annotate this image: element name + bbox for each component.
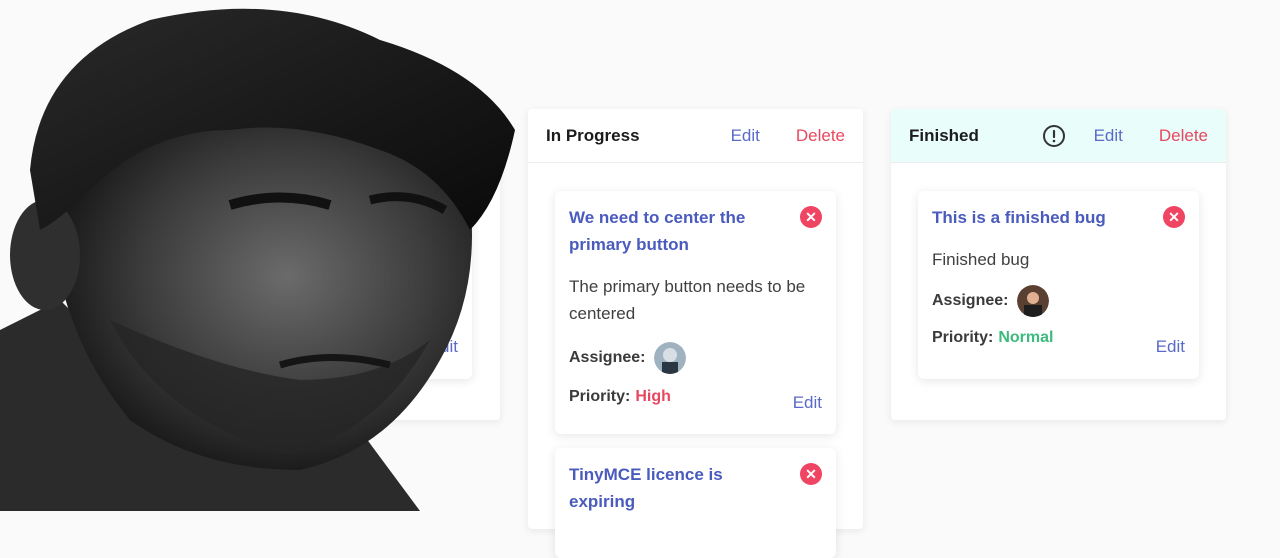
priority-label: Priority: — [569, 388, 631, 405]
column-edit-link[interactable]: Edit — [1094, 126, 1123, 146]
column-delete-link[interactable]: Delete — [1159, 126, 1208, 146]
column-header: Finished Edit Delete — [891, 109, 1226, 163]
close-circle-icon[interactable]: ✕ — [800, 463, 822, 485]
avatar — [654, 342, 687, 374]
card-edit-link[interactable]: Edit — [1156, 337, 1185, 357]
card-title[interactable]: TinyMCE licence is expiring — [569, 448, 822, 515]
card-title[interactable]: This is a finished bug — [932, 191, 1185, 231]
column-header: In Progress Edit Delete — [528, 109, 863, 163]
card-edit-link[interactable]: Edit — [793, 393, 822, 413]
column-title: In Progress — [546, 125, 640, 145]
task-card[interactable]: ✕ TinyMCE licence is expiring — [555, 448, 836, 558]
column-in-progress: In Progress Edit Delete ✕ We need to cen… — [528, 109, 863, 558]
exclamation-circle-icon[interactable] — [1042, 124, 1066, 148]
close-circle-icon[interactable]: ✕ — [1163, 206, 1185, 228]
card-description: The primary button needs to be centered — [569, 277, 806, 323]
task-card[interactable]: ✕ We need to center the primary button T… — [555, 191, 836, 434]
assignee-row: Assignee: — [569, 342, 822, 374]
portrait-overlay-image — [0, 8, 515, 511]
column-finished: Finished Edit Delete ✕ This is a finishe… — [891, 109, 1226, 420]
card-title[interactable]: We need to center the primary button — [569, 191, 822, 258]
column-delete-link[interactable]: Delete — [796, 126, 845, 146]
assignee-label: Assignee: — [569, 349, 646, 366]
assignee-row: Assignee: — [932, 285, 1185, 317]
priority-row: Priority: Normal — [932, 329, 1185, 347]
column-edit-link[interactable]: Edit — [731, 126, 760, 146]
task-card[interactable]: ✕ This is a finished bug Finished bug As… — [918, 191, 1199, 379]
priority-row: Priority: High — [569, 388, 822, 406]
column-title: Finished — [909, 125, 979, 145]
card-description: Finished bug — [932, 250, 1030, 269]
assignee-label: Assignee: — [932, 292, 1009, 309]
close-circle-icon[interactable]: ✕ — [800, 206, 822, 228]
priority-label: Priority: — [932, 329, 994, 346]
avatar — [1017, 285, 1050, 317]
priority-value: Normal — [998, 329, 1054, 346]
priority-value: High — [635, 388, 671, 405]
